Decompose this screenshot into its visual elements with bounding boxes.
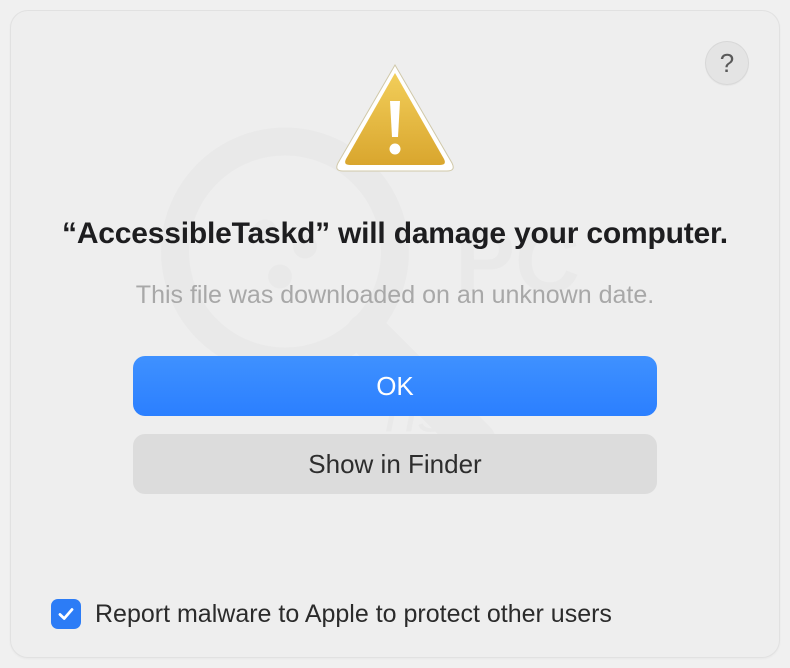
checkmark-icon — [56, 604, 76, 624]
help-button[interactable]: ? — [705, 41, 749, 85]
alert-title: “AccessibleTaskd” will damage your compu… — [62, 214, 728, 253]
warning-icon — [330, 59, 460, 184]
button-group: OK Show in Finder — [133, 356, 657, 494]
alert-dialog: PC risk ? “AccessibleTaskd” will damage … — [10, 10, 780, 658]
help-icon: ? — [720, 48, 734, 79]
report-malware-label: Report malware to Apple to protect other… — [95, 600, 612, 629]
show-in-finder-button[interactable]: Show in Finder — [133, 434, 657, 494]
ok-button[interactable]: OK — [133, 356, 657, 416]
report-malware-checkbox[interactable] — [51, 599, 81, 629]
alert-subtitle: This file was downloaded on an unknown d… — [136, 281, 654, 310]
report-malware-row[interactable]: Report malware to Apple to protect other… — [47, 599, 743, 629]
